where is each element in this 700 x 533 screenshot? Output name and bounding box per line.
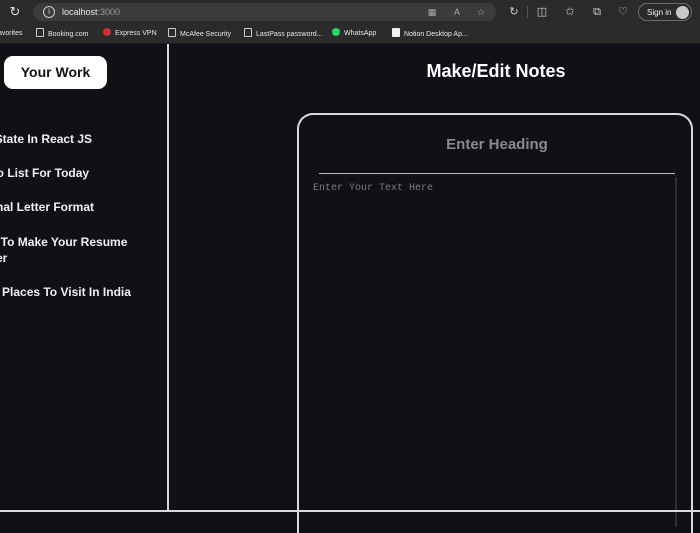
reload-icon[interactable]: ↻ [8,5,22,19]
url-port: :3000 [97,7,121,17]
bookmarks-bar: avorites Booking.com Express VPN McAfee … [0,24,700,44]
page-icon [36,28,44,37]
notion-icon [392,28,400,37]
note-item[interactable]: Do List For Today [0,165,163,181]
page-icon [244,28,252,37]
bookmark-favorites[interactable]: avorites [0,28,23,40]
bookmark-booking[interactable]: Booking.com [36,28,88,40]
text-area-scrollbar[interactable] [675,177,677,527]
bottom-divider [0,510,700,512]
bookmark-express-vpn[interactable]: Express VPN [103,28,157,40]
split-screen-icon[interactable]: ◫ [535,5,549,19]
note-editor [297,113,693,533]
sidebar-divider [167,44,169,511]
sidebar: Your Work eState In React JS Do List For… [0,44,167,525]
toolbar-separator [527,6,528,18]
read-aloud-icon[interactable]: A [451,6,463,18]
note-item[interactable]: w To Make Your Resume tter [0,234,163,266]
bookmark-notion[interactable]: Notion Desktop Ap... [392,28,468,40]
url-host: localhost [62,7,98,17]
url-text[interactable]: localhost:3000 [62,6,120,18]
heading-underline [319,173,675,174]
expressvpn-icon [103,28,111,36]
page-title: Make/Edit Notes [426,61,566,81]
address-bar[interactable]: i localhost:3000 ▦ A ☆ [33,3,496,21]
favorites-icon[interactable]: ✩ [563,5,577,19]
whatsapp-icon [332,28,340,36]
site-info-icon[interactable]: i [43,6,55,18]
extensions-icon[interactable]: ↻ [507,5,521,19]
bookmark-mcafee[interactable]: McAfee Security [168,28,231,40]
bookmark-lastpass[interactable]: LastPass password... [244,28,323,40]
favorite-star-icon[interactable]: ☆ [475,6,487,18]
note-text-area[interactable] [313,183,677,523]
sign-in-label: Sign in [647,8,672,17]
avatar-icon [676,6,689,19]
sign-in-button[interactable]: Sign in [638,3,692,21]
notes-app: Your Work eState In React JS Do List For… [0,44,700,533]
collections-icon[interactable]: ⧉ [590,5,604,19]
browser-essentials-icon[interactable]: ♡ [616,5,630,19]
note-item[interactable]: rmal Letter Format [0,199,163,215]
page-icon [168,28,176,37]
your-work-button[interactable]: Your Work [4,56,107,89]
bookmark-whatsapp[interactable]: WhatsApp [332,28,376,40]
heading-input[interactable] [319,131,675,157]
note-item[interactable]: st Places To Visit In India [0,284,163,300]
app-available-icon[interactable]: ▦ [426,6,438,18]
note-item[interactable]: eState In React JS [0,131,163,147]
browser-toolbar: ↻ i localhost:3000 ▦ A ☆ ↻ ◫ ✩ ⧉ ♡ Sign … [0,0,700,24]
